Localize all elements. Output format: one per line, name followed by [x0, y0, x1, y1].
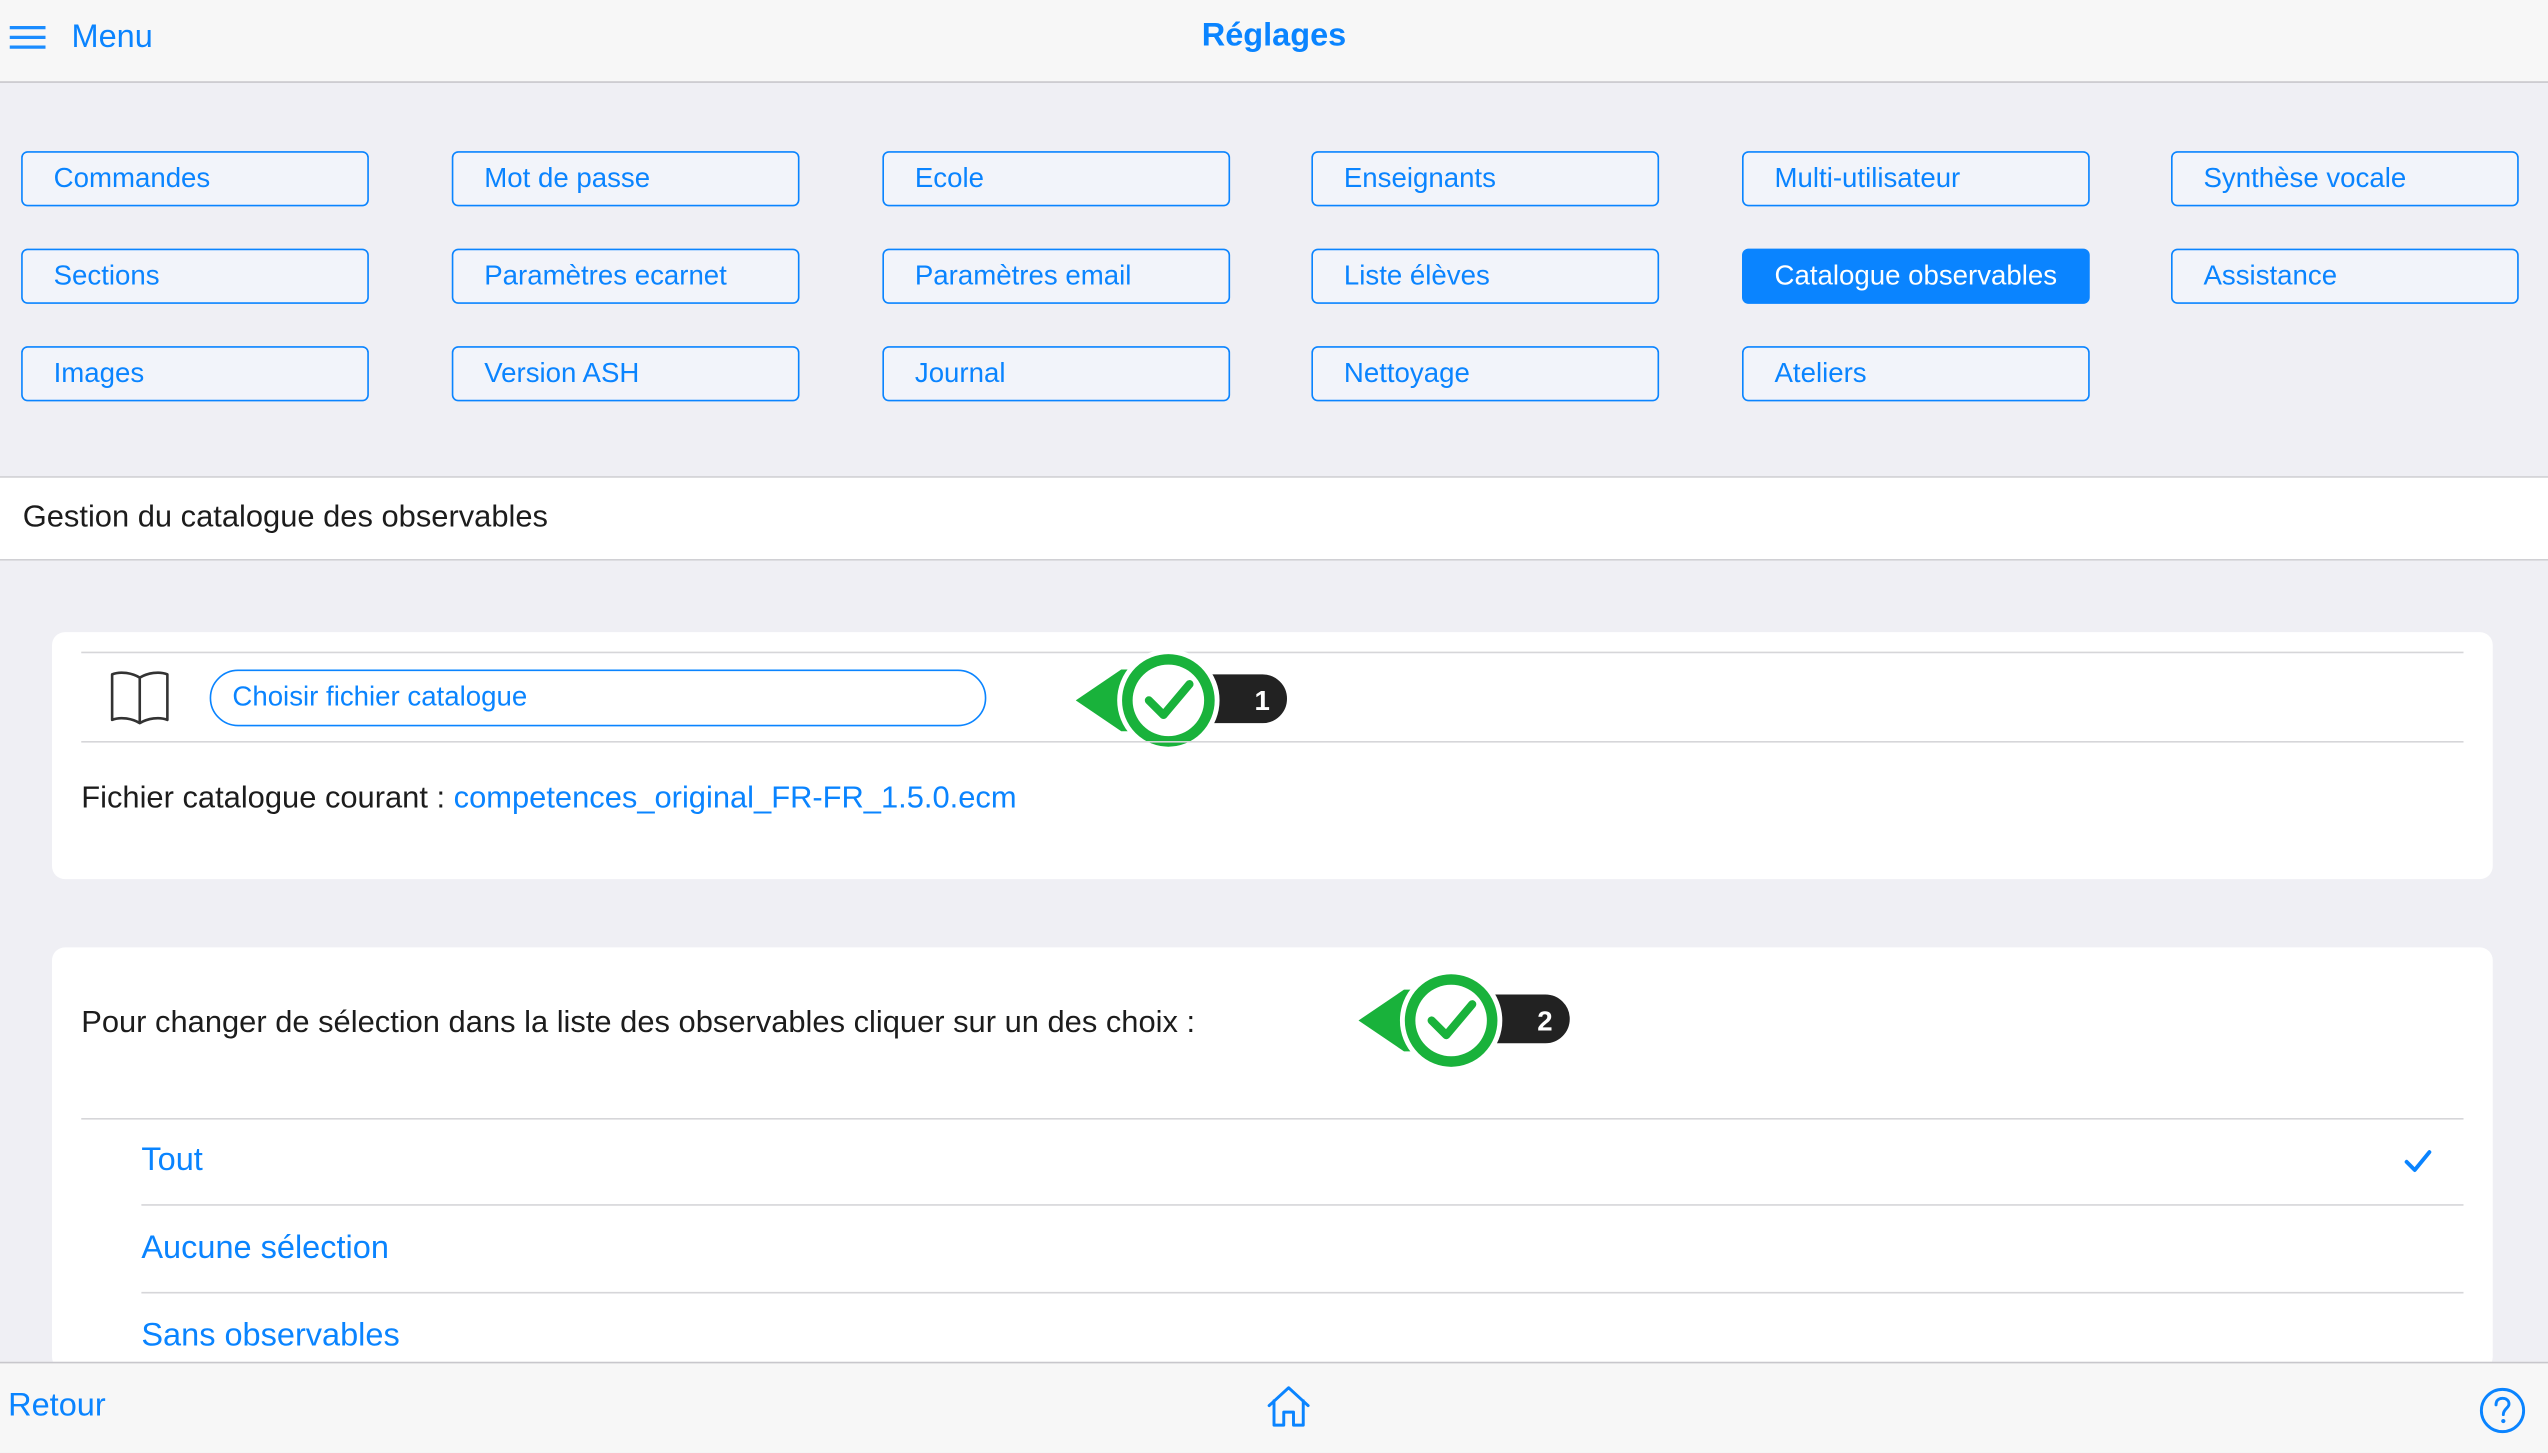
back-button[interactable]: Retour — [8, 1388, 106, 1425]
enseignants-button[interactable]: Enseignants — [1311, 151, 1660, 207]
parametres-email-button[interactable]: Paramètres email — [882, 248, 1231, 304]
step-marker-2: 2 — [1358, 967, 1577, 1082]
divider — [81, 1118, 2464, 1120]
bottom-toolbar: Retour — [0, 1361, 2548, 1453]
option-tout[interactable]: Tout — [141, 1142, 202, 1179]
divider — [81, 741, 2464, 743]
section-title: Gestion du catalogue des observables — [22, 500, 548, 535]
nettoyage-button[interactable]: Nettoyage — [1311, 346, 1660, 402]
divider — [141, 1291, 2464, 1294]
selection-instruction: Pour changer de sélection dans la liste … — [81, 1005, 1196, 1040]
mot-de-passe-button[interactable]: Mot de passe — [451, 151, 800, 207]
step-marker-1: 1 — [1075, 647, 1294, 762]
checkmark-icon — [2404, 1150, 2432, 1172]
page-title: Réglages — [1201, 17, 1347, 54]
ecole-button[interactable]: Ecole — [882, 151, 1231, 207]
help-icon[interactable] — [2478, 1386, 2527, 1435]
choose-catalogue-file-button[interactable]: Choisir fichier catalogue — [209, 669, 987, 727]
catalogue-observables-button[interactable]: Catalogue observables — [1742, 248, 2090, 304]
current-catalogue-label: Fichier catalogue courant : — [81, 781, 454, 816]
multi-utilisateur-button[interactable]: Multi-utilisateur — [1742, 151, 2090, 207]
option-sans-observables[interactable]: Sans observables — [141, 1318, 399, 1355]
observables-selection-card: Pour changer de sélection dans la liste … — [52, 947, 2493, 1370]
ateliers-button[interactable]: Ateliers — [1742, 346, 2090, 402]
journal-button[interactable]: Journal — [882, 346, 1231, 402]
catalogue-file-card: Choisir fichier catalogue 1 Fichier cata… — [52, 632, 2493, 880]
divider — [141, 1204, 2464, 1206]
current-catalogue-filename: competences_original_FR-FR_1.5.0.ecm — [453, 781, 1017, 816]
current-catalogue-row: Fichier catalogue courant : competences_… — [81, 782, 1016, 818]
assistance-button[interactable]: Assistance — [2171, 248, 2519, 304]
marker-number: 1 — [1255, 685, 1270, 716]
top-bar: Menu Réglages — [0, 0, 2548, 83]
section-header: Gestion du catalogue des observables — [0, 476, 2548, 561]
book-icon — [110, 671, 169, 725]
commandes-button[interactable]: Commandes — [21, 151, 369, 207]
liste-eleves-button[interactable]: Liste élèves — [1311, 248, 1660, 304]
synthese-vocale-button[interactable]: Synthèse vocale — [2171, 151, 2519, 207]
option-aucune-selection[interactable]: Aucune sélection — [141, 1230, 389, 1267]
version-ash-button[interactable]: Version ASH — [451, 346, 800, 402]
images-button[interactable]: Images — [21, 346, 369, 402]
marker-number: 2 — [1537, 1005, 1552, 1036]
parametres-ecarnet-button[interactable]: Paramètres ecarnet — [451, 248, 800, 304]
sections-button[interactable]: Sections — [21, 248, 369, 304]
home-icon[interactable] — [1264, 1383, 1313, 1429]
